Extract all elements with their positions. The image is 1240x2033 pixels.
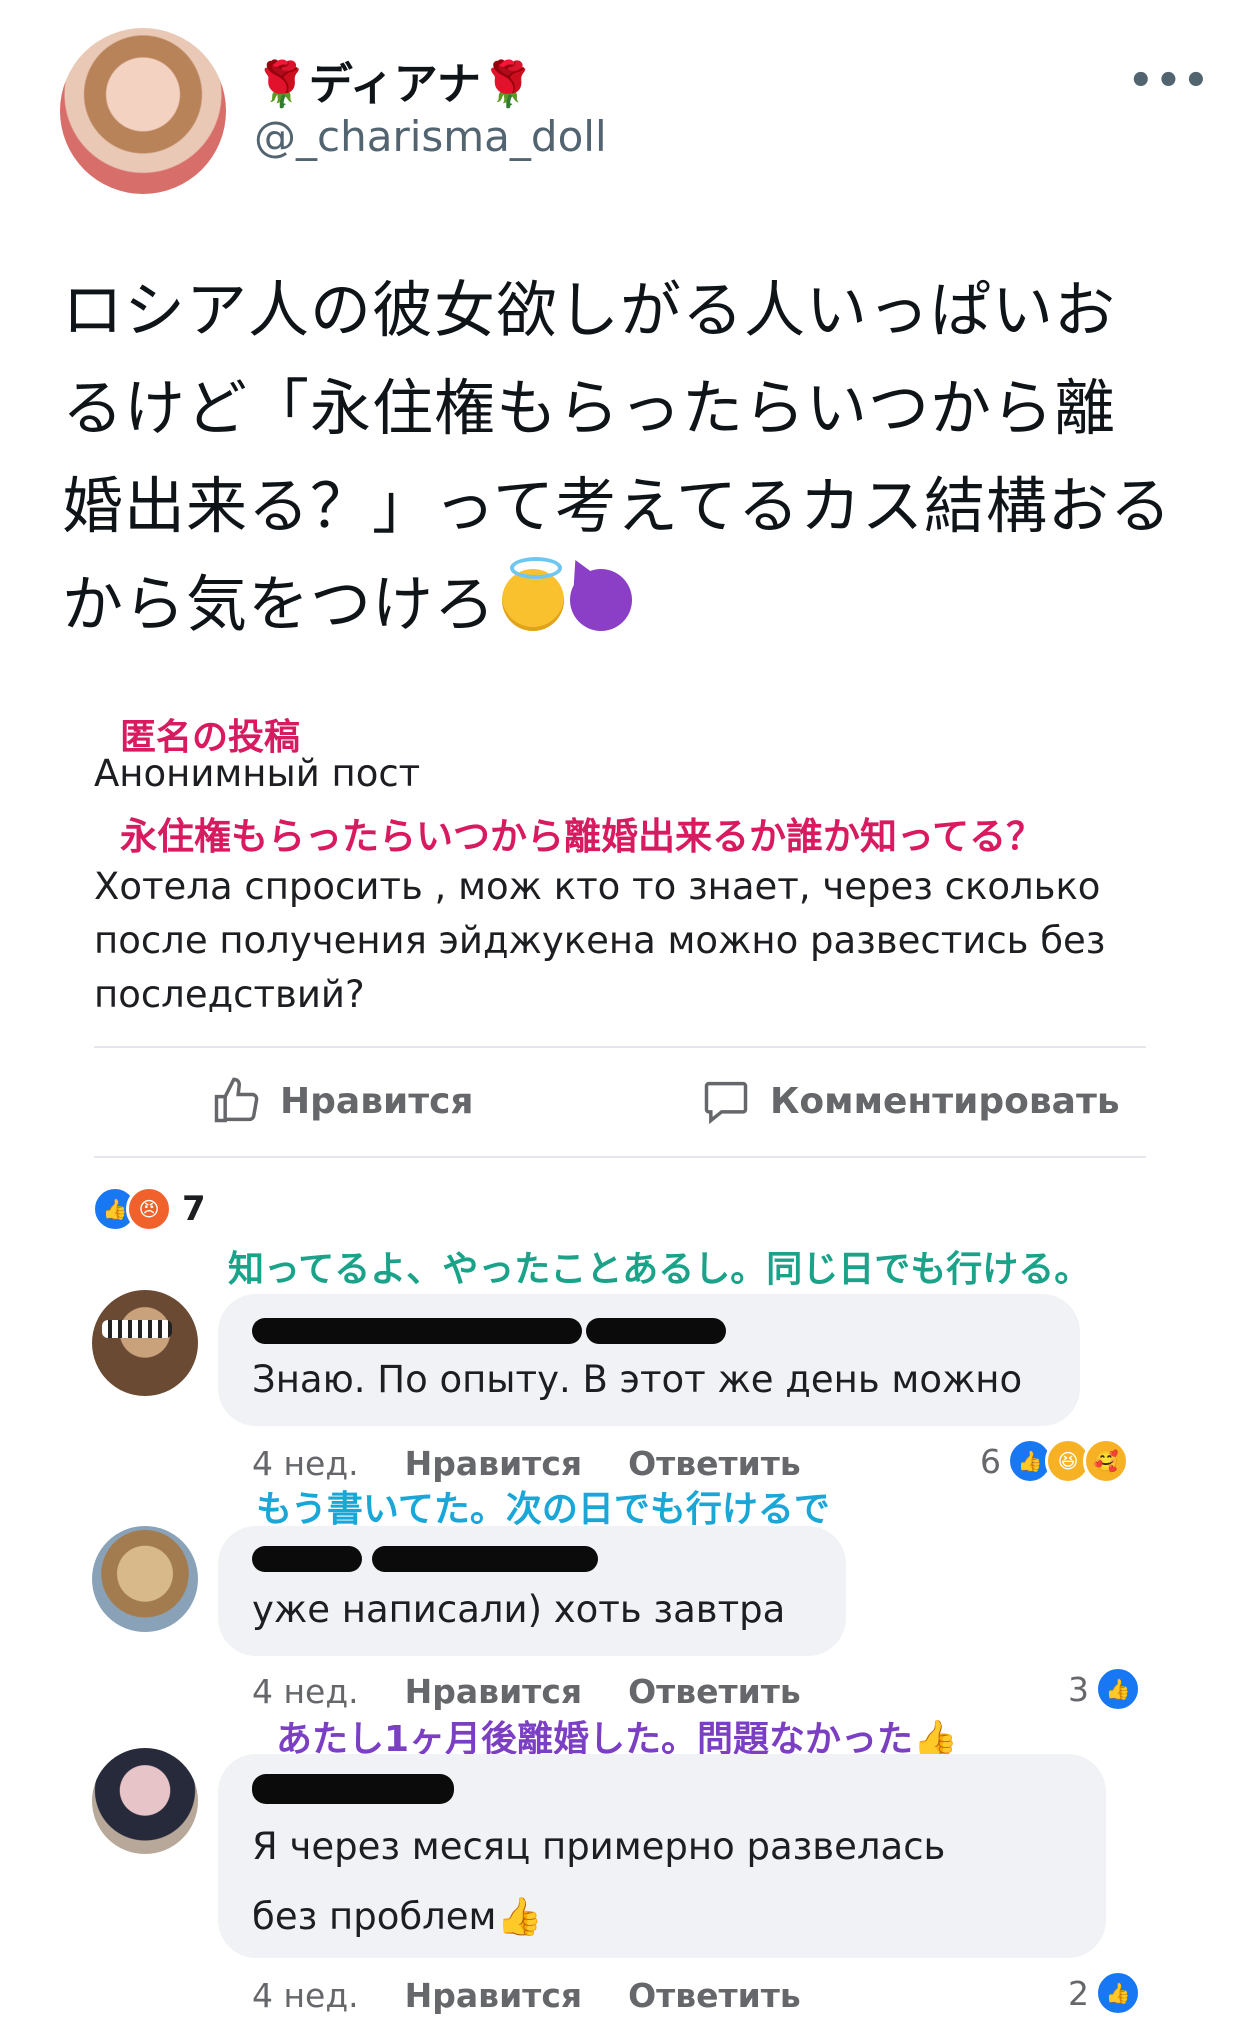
rose-icon: 🌹 xyxy=(480,59,536,110)
comment-time: 4 нед. xyxy=(252,1444,359,1483)
comment-like-link[interactable]: Нравится xyxy=(405,1672,582,1711)
like-reaction-icon: 👍 xyxy=(1095,1666,1141,1712)
comment-text: Знаю. По опыту. В этот же день можно xyxy=(252,1358,1023,1401)
commenter-name-redacted xyxy=(252,1774,454,1808)
comment-text: Я через месяц примерно развелась без про… xyxy=(252,1825,946,1938)
comment-reaction-count: 6 xyxy=(980,1441,1001,1481)
care-reaction-icon: 🥰 xyxy=(1083,1438,1129,1484)
comment-reaction-count: 2 xyxy=(1068,1973,1089,2013)
post-title: Анонимный пост xyxy=(94,752,421,795)
divider xyxy=(94,1156,1146,1158)
post-question-translation: 永住権もらったらいつから離婚出来るか誰か知ってる？ xyxy=(120,815,1044,858)
commenter-name-redacted xyxy=(252,1546,598,1576)
like-button[interactable]: Нравится xyxy=(210,1075,474,1127)
comment-text: уже написали) хоть завтра xyxy=(252,1588,786,1631)
comment-bubble-icon xyxy=(704,1081,748,1125)
comment-like-link[interactable]: Нравится xyxy=(405,1976,582,2015)
comment-bubble: уже написали) хоть завтра xyxy=(218,1526,846,1656)
comment-reply-link[interactable]: Ответить xyxy=(628,1672,801,1711)
post-body: Хотела спросить , мож кто то знает, чере… xyxy=(94,865,1106,1016)
thumbs-up-icon xyxy=(214,1077,259,1123)
comment-label: Комментировать xyxy=(770,1080,1120,1122)
comment-reaction-count: 3 xyxy=(1068,1669,1089,1709)
comment-reactions[interactable]: 2 👍 xyxy=(1068,1970,1141,2016)
commenter-avatar[interactable] xyxy=(92,1748,198,1854)
smiling-angel-icon xyxy=(502,557,565,631)
comment-translation: もう書いてた。次の日でも行けるで xyxy=(256,1489,830,1530)
commenter-name-redacted xyxy=(252,1318,726,1348)
comment-time: 4 нед. xyxy=(252,1976,359,2015)
angry-reaction-icon: 😠 xyxy=(126,1186,172,1232)
like-reaction-icon: 👍 xyxy=(1095,1970,1141,2016)
comment-meta: 4 нед. Нравится Ответить xyxy=(252,1976,801,2015)
commenter-avatar[interactable] xyxy=(92,1290,198,1396)
comment-reply-link[interactable]: Ответить xyxy=(628,1444,801,1483)
sunglasses-icon xyxy=(102,1320,172,1338)
more-options-button[interactable]: ••• xyxy=(1128,58,1211,104)
rose-icon: 🌹 xyxy=(254,59,309,110)
post-reactions[interactable]: 👍 😠 7 xyxy=(92,1186,206,1232)
comment-like-link[interactable]: Нравится xyxy=(405,1444,582,1483)
comment-reactions[interactable]: 6 👍 😆 🥰 xyxy=(980,1438,1129,1484)
comment-translation: 知ってるよ、やったことあるし。同じ日でも行ける。 xyxy=(228,1249,1091,1290)
comment-reactions[interactable]: 3 👍 xyxy=(1068,1666,1141,1712)
commenter-avatar[interactable] xyxy=(92,1526,198,1632)
comment-meta: 4 нед. Нравится Ответить xyxy=(252,1672,801,1711)
user-handle[interactable]: @_charisma_doll xyxy=(254,112,607,161)
tweet-text: ロシア人の彼女欲しがる人いっぱいおるけど「永住権もらったらいつから離婚出来る？」… xyxy=(62,262,1172,654)
display-name-text: ディアナ xyxy=(308,59,481,110)
smiling-devil-icon xyxy=(570,569,633,631)
comment-button[interactable]: Комментировать xyxy=(700,1075,1120,1127)
divider xyxy=(94,1046,1146,1048)
comment-meta: 4 нед. Нравится Ответить xyxy=(252,1444,801,1483)
comment-bubble: Знаю. По опыту. В этот же день можно xyxy=(218,1294,1080,1426)
comment-reply-link[interactable]: Ответить xyxy=(628,1976,801,2015)
comment-bubble: Я через месяц примерно развелась без про… xyxy=(218,1754,1106,1958)
user-avatar[interactable] xyxy=(60,28,226,194)
display-name[interactable]: 🌹ディアナ🌹 xyxy=(254,48,536,112)
like-label: Нравится xyxy=(280,1080,474,1122)
comment-time: 4 нед. xyxy=(252,1672,359,1711)
reaction-count: 7 xyxy=(182,1189,206,1229)
